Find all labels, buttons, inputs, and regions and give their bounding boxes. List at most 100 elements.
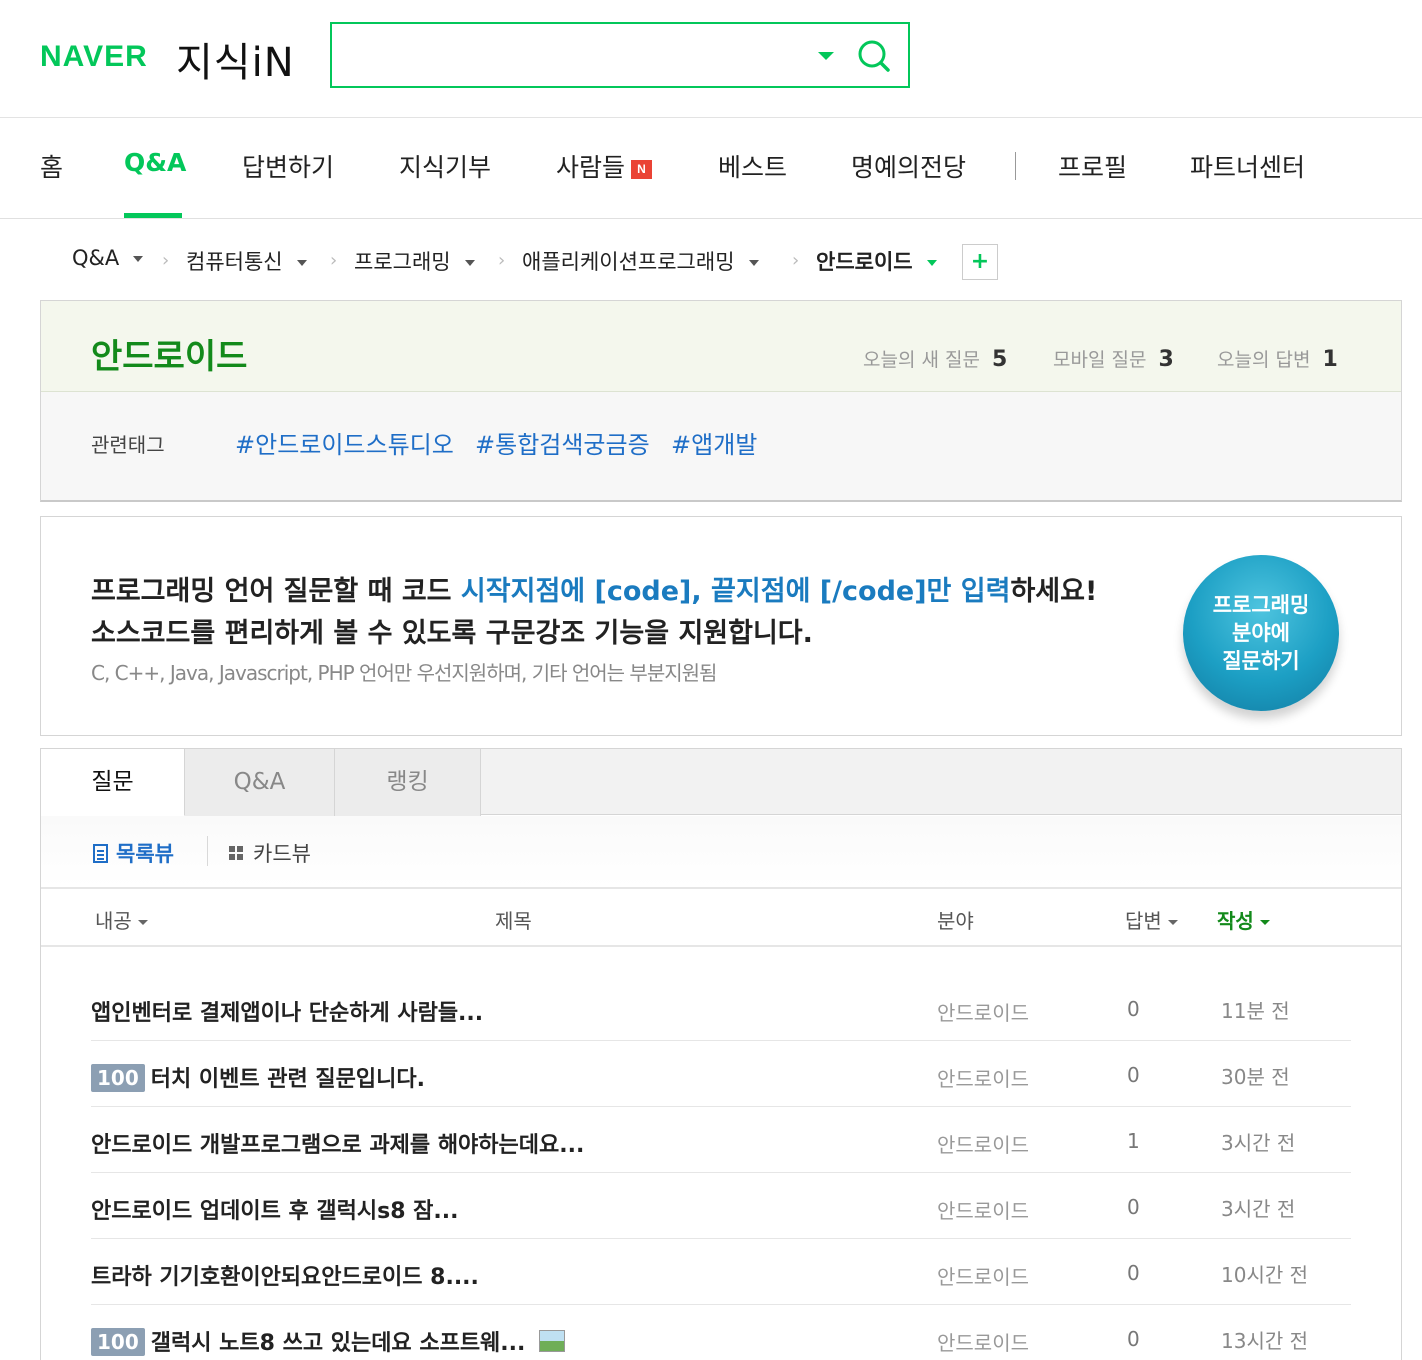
question-field: 안드로이드 — [937, 1001, 1029, 1025]
view-divider — [207, 836, 208, 866]
category-panel: 안드로이드 오늘의 새 질문 5 모바일 질문 3 오늘의 답변 1 관련태그 #안드… — [40, 300, 1402, 502]
sort-answers[interactable]: 답변 — [1125, 905, 1178, 934]
question-title-text: 갤럭시 노트8 쓰고 있는데요 소프트웨... — [150, 1331, 526, 1356]
banner-line-1: 프로그래밍 언어 질문할 때 코드 시작지점에 [code], 끝지점에 [/c… — [91, 569, 1097, 608]
list-view-label: 목록뷰 — [116, 842, 174, 866]
breadcrumb-programming[interactable]: 프로그래밍 — [354, 246, 475, 276]
table-row[interactable]: 100 터치 이벤트 관련 질문입니다. 안드로이드 0 30분 전 — [91, 1041, 1351, 1107]
chevron-down-icon — [748, 260, 759, 266]
tab-qna[interactable]: Q&A — [185, 749, 335, 816]
breadcrumb-app-programming[interactable]: 애플리케이션프로그래밍 — [522, 246, 759, 276]
nav-divider — [1015, 152, 1016, 180]
list-tabs: 질문 Q&A 랭킹 — [41, 749, 1401, 816]
jisikin-logo[interactable]: 지식iN — [176, 30, 295, 88]
bounty-badge: 100 — [91, 1064, 145, 1092]
breadcrumb-qna[interactable]: Q&A — [72, 246, 144, 270]
category-title: 안드로이드 — [91, 337, 248, 377]
posted-time: 30분 전 — [1221, 1065, 1290, 1089]
banner-line-2: 소스코드를 편리하게 볼 수 있도록 구문강조 기능을 지원합니다. — [91, 618, 813, 649]
question-field: 안드로이드 — [937, 1265, 1029, 1289]
stat-value: 1 — [1322, 347, 1338, 372]
stat-value: 3 — [1158, 347, 1174, 372]
stat-mobile-questions: 모바일 질문 3 — [1053, 345, 1174, 372]
nav-best[interactable]: 베스트 — [718, 148, 787, 184]
question-title[interactable]: 100 갤럭시 노트8 쓰고 있는데요 소프트웨... — [91, 1325, 566, 1357]
breadcrumb-label: 애플리케이션프로그래밍 — [522, 250, 735, 274]
view-toggle-bar: 목록뷰 카드뷰 — [41, 816, 1401, 889]
question-title[interactable]: 100 터치 이벤트 관련 질문입니다. — [91, 1061, 425, 1093]
breadcrumb-computer[interactable]: 컴퓨터통신 — [186, 246, 307, 276]
new-badge: N — [631, 159, 653, 179]
chevron-down-icon — [133, 256, 144, 262]
chevron-down-icon — [464, 260, 475, 266]
nav-home[interactable]: 홈 — [40, 148, 63, 184]
search-button[interactable] — [852, 34, 896, 78]
nav-partner-center[interactable]: 파트너센터 — [1190, 148, 1305, 184]
nav-hall-of-fame[interactable]: 명예의전당 — [851, 148, 966, 184]
tag-link[interactable]: #통합검색궁금증 — [475, 425, 650, 460]
question-title-text: 안드로이드 개발프로그램으로 과제를 해야하는데요... — [91, 1133, 585, 1158]
code-tip-banner: 프로그래밍 언어 질문할 때 코드 시작지점에 [code], 끝지점에 [/c… — [40, 516, 1402, 736]
tab-ranking[interactable]: 랭킹 — [335, 749, 481, 816]
search-input[interactable] — [342, 34, 802, 76]
answer-count: 0 — [1127, 1195, 1140, 1219]
chevron-right-icon: › — [792, 250, 800, 271]
answer-count: 0 — [1127, 1063, 1140, 1087]
nav-answer[interactable]: 답변하기 — [242, 148, 334, 184]
tag-link[interactable]: #앱개발 — [671, 425, 757, 460]
header-field: 분야 — [937, 909, 974, 933]
list-view-button[interactable]: 목록뷰 — [93, 838, 174, 868]
question-field: 안드로이드 — [937, 1067, 1029, 1091]
table-row[interactable]: 트라하 기기호환이안되요안드로이드 8.... 안드로이드 0 10시간 전 — [91, 1239, 1351, 1305]
banner-highlight: 시작지점에 [code], 끝지점에 [/code]만 입력 — [460, 576, 1011, 607]
category-header: 안드로이드 오늘의 새 질문 5 모바일 질문 3 오늘의 답변 1 — [41, 301, 1401, 392]
header-label: 작성 — [1217, 909, 1254, 933]
answer-count: 1 — [1127, 1129, 1140, 1153]
tag-link[interactable]: #안드로이드스튜디오 — [235, 425, 454, 460]
header-title: 제목 — [495, 909, 532, 933]
answer-count: 0 — [1127, 1261, 1140, 1285]
tab-questions[interactable]: 질문 — [41, 749, 185, 816]
question-title-text: 안드로이드 업데이트 후 갤럭시s8 잠... — [91, 1199, 459, 1224]
card-view-button[interactable]: 카드뷰 — [229, 838, 311, 868]
nav-people[interactable]: 사람들 N — [556, 148, 653, 184]
question-title[interactable]: 앱인벤터로 결제앱이나 단순하게 사람들... — [91, 995, 483, 1027]
header-label: 내공 — [95, 909, 132, 933]
nav-people-label: 사람들 — [556, 153, 626, 182]
nav-donation[interactable]: 지식기부 — [399, 148, 491, 184]
nav-qna[interactable]: Q&A — [124, 148, 186, 177]
breadcrumb-label: 안드로이드 — [816, 250, 913, 274]
chevron-down-icon — [296, 260, 307, 266]
question-field: 안드로이드 — [937, 1133, 1029, 1157]
sort-date[interactable]: 작성 — [1217, 905, 1270, 934]
ask-programming-button[interactable]: 프로그래밍 분야에 질문하기 — [1183, 555, 1339, 711]
table-row[interactable]: 안드로이드 업데이트 후 갤럭시s8 잠... 안드로이드 0 3시간 전 — [91, 1173, 1351, 1239]
add-interest-button[interactable]: + — [962, 244, 998, 280]
related-tags-label: 관련태그 — [91, 433, 165, 457]
stat-label: 모바일 질문 — [1053, 349, 1147, 371]
question-title-text: 앱인벤터로 결제앱이나 단순하게 사람들... — [91, 1001, 484, 1026]
nav-profile[interactable]: 프로필 — [1058, 148, 1127, 184]
posted-time: 13시간 전 — [1221, 1329, 1309, 1353]
question-title[interactable]: 트라하 기기호환이안되요안드로이드 8.... — [91, 1259, 479, 1291]
sort-bounty[interactable]: 내공 — [95, 905, 148, 934]
question-title-text: 트라하 기기호환이안되요안드로이드 8.... — [91, 1265, 479, 1290]
card-view-label: 카드뷰 — [253, 842, 311, 866]
search-autocomplete-toggle-icon[interactable] — [818, 52, 834, 60]
question-list-section: 질문 Q&A 랭킹 목록뷰 카드뷰 내공 제목 분야 답변 작성 앱인벤터로 결… — [40, 748, 1402, 1360]
chevron-right-icon: › — [162, 250, 170, 271]
question-field: 안드로이드 — [937, 1199, 1029, 1223]
question-title[interactable]: 안드로이드 업데이트 후 갤럭시s8 잠... — [91, 1193, 458, 1225]
chevron-down-icon — [1167, 920, 1178, 925]
stat-today-answers: 오늘의 답변 1 — [1217, 345, 1338, 372]
naver-logo[interactable]: NAVER — [40, 40, 148, 74]
posted-time: 3시간 전 — [1221, 1131, 1296, 1155]
stat-new-questions: 오늘의 새 질문 5 — [863, 345, 1007, 372]
table-row[interactable]: 앱인벤터로 결제앱이나 단순하게 사람들... 안드로이드 0 11분 전 — [91, 975, 1351, 1041]
breadcrumb-label: Q&A — [72, 246, 120, 270]
chevron-right-icon: › — [330, 250, 338, 271]
table-row[interactable]: 안드로이드 개발프로그램으로 과제를 해야하는데요... 안드로이드 1 3시간… — [91, 1107, 1351, 1173]
breadcrumb-android[interactable]: 안드로이드 — [816, 246, 937, 276]
table-row[interactable]: 100 갤럭시 노트8 쓰고 있는데요 소프트웨... 안드로이드 0 13시간 … — [91, 1305, 1351, 1360]
question-title[interactable]: 안드로이드 개발프로그램으로 과제를 해야하는데요... — [91, 1127, 584, 1159]
